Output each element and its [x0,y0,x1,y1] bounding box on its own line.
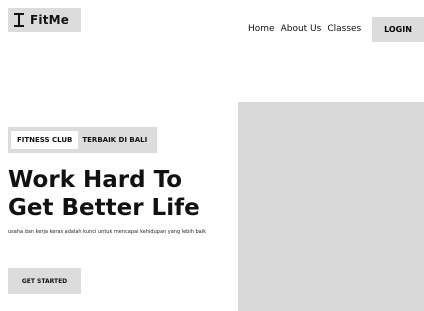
get-started-button[interactable]: GET STARTED [8,268,81,294]
headline-line-1: Work Hard To [8,167,183,193]
nav-home-link[interactable]: Home [248,24,275,35]
nav-about-link[interactable]: About Us [281,24,322,35]
dumbbell-icon [14,13,24,27]
brand-logo[interactable]: FitMe [8,8,81,32]
badge-highlight: FITNESS CLUB [11,131,79,149]
headline-line-2: Get Better Life [8,195,200,221]
nav-classes-link[interactable]: Classes [327,24,361,35]
brand-name: FitMe [30,13,70,27]
hero-badge: FITNESS CLUB TERBAIK DI BALI [8,127,157,153]
main-nav: Home About Us Classes [248,24,361,35]
badge-text: TERBAIK DI BALI [82,136,148,144]
hero-image-placeholder [238,102,424,311]
hero-subtext: usaha dan kerja keras adalah kunci untuk… [8,229,207,235]
login-button[interactable]: LOGIN [372,17,424,42]
hero-headline: Work Hard To Get Better Life [8,166,200,222]
